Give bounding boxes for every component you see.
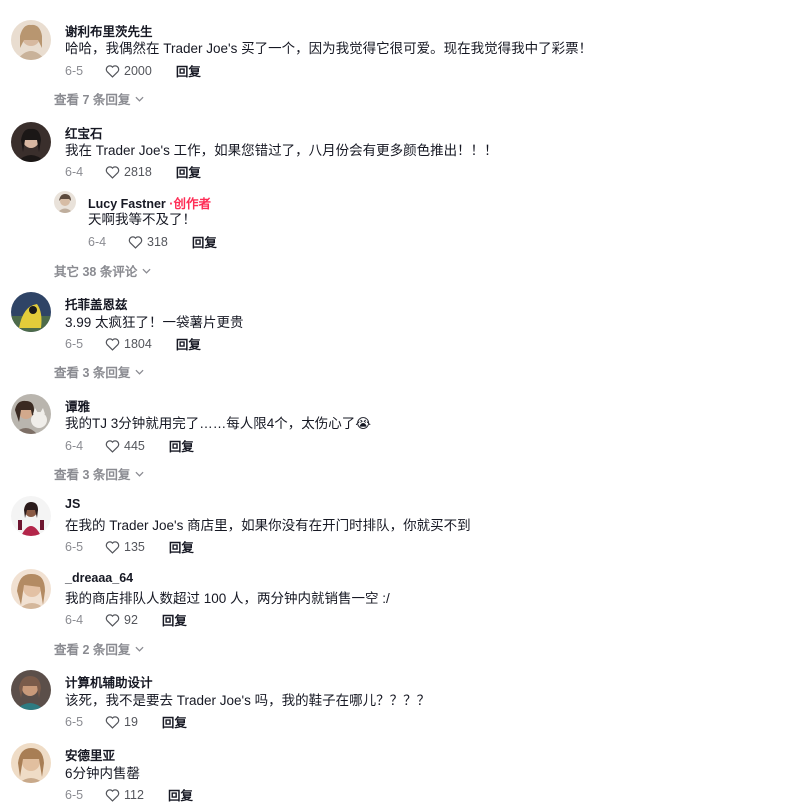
chevron-down-icon [135,471,144,477]
comment-date: 6-5 [65,539,84,554]
avatar[interactable] [11,292,51,332]
view-replies-label: 查看 3 条回复 [54,468,131,482]
reply-button[interactable]: 回复 [192,232,217,251]
comment-meta: 6-5 112 回复 [65,785,193,804]
heart-outline-icon [105,540,120,554]
heart-outline-icon [105,439,120,453]
like-button[interactable]: 135 [105,540,145,554]
view-replies-button[interactable]: 查看 2 条回复 [54,639,144,658]
comment-date: 6-5 [65,714,84,729]
like-count: 2000 [124,63,152,78]
comment-text: 在我的 Trader Joe's 商店里，如果你没有在开门时排队，你就买不到 [65,518,471,533]
view-replies-label: 查看 3 条回复 [54,366,131,380]
comment-date: 6-5 [65,63,84,78]
comment-text: 我的商店排队人数超过 100 人，两分钟内就销售一空 :/ [65,591,390,606]
like-count: 92 [124,612,138,627]
like-button[interactable]: 318 [128,235,168,249]
view-replies-label: 查看 7 条回复 [54,93,131,107]
comment-text: 哈哈，我偶然在 Trader Joe's 买了一个，因为我觉得它很可爱。现在我觉… [65,41,593,56]
comment-text: 我在 Trader Joe's 工作，如果您错过了，八月份会有更多颜色推出！！！ [65,143,498,158]
like-button[interactable]: 2000 [105,64,152,78]
avatar[interactable] [11,496,51,536]
comment-username[interactable]: JS [65,497,80,511]
comment-text: 我的TJ 3分钟就用完了……每人限4个，太伤心了😭 [65,416,372,431]
like-button[interactable]: 112 [105,788,144,802]
comment-meta: 6-4 92 回复 [65,610,187,629]
comment-meta: 6-4 445 回复 [65,436,194,455]
reply-button[interactable]: 回复 [176,61,201,80]
view-replies-label: 查看 2 条回复 [54,643,131,657]
reply-button[interactable]: 回复 [162,712,187,731]
avatar[interactable] [11,670,51,710]
heart-outline-icon [105,64,120,78]
view-replies-button[interactable]: 查看 3 条回复 [54,464,144,483]
comment-meta: 6-5 135 回复 [65,537,194,556]
view-replies-button[interactable]: 查看 3 条回复 [54,362,144,381]
heart-outline-icon [105,165,120,179]
other-comments-button[interactable]: 其它 38 条评论 [54,261,151,280]
heart-outline-icon [105,337,120,351]
comment-meta: 6-4 2818 回复 [65,162,201,181]
heart-outline-icon [105,613,120,627]
comment-text: 该死，我不是要去 Trader Joe's 吗，我的鞋子在哪儿？？？？ [65,693,431,708]
heart-outline-icon [105,788,120,802]
avatar[interactable] [11,122,51,162]
comment-text: 3.99 太疯狂了！一袋薯片更贵 [65,315,244,330]
like-button[interactable]: 92 [105,613,138,627]
comment-username[interactable]: _dreaaa_64 [65,571,133,585]
comment-meta: 6-4 318 回复 [88,232,217,251]
avatar[interactable] [11,569,51,609]
reply-button[interactable]: 回复 [169,436,194,455]
avatar[interactable] [11,20,51,60]
like-count: 19 [124,714,138,729]
chevron-down-icon [135,646,144,652]
like-button[interactable]: 19 [105,715,138,729]
heart-outline-icon [128,235,143,249]
heart-outline-icon [105,715,120,729]
comment-date: 6-4 [65,612,84,627]
other-comments-label: 其它 38 条评论 [54,265,138,279]
comment-text: 6分钟内售罄 [65,766,141,781]
comment-date: 6-4 [65,438,84,453]
like-count: 135 [124,539,145,554]
like-button[interactable]: 445 [105,439,145,453]
reply-button[interactable]: 回复 [176,162,201,181]
like-count: 445 [124,438,145,453]
reply-button[interactable]: 回复 [176,334,201,353]
like-count: 1804 [124,336,152,351]
like-button[interactable]: 2818 [105,165,152,179]
comment-date: 6-5 [65,787,84,802]
comment-meta: 6-5 19 回复 [65,712,187,731]
avatar[interactable] [11,743,51,783]
reply-button[interactable]: 回复 [168,785,193,804]
comment-meta: 6-5 2000 回复 [65,61,201,80]
comment-date: 6-4 [65,164,84,179]
reply-button[interactable]: 回复 [162,610,187,629]
comment-date: 6-4 [88,234,107,249]
avatar[interactable] [11,394,51,434]
like-count: 112 [124,787,144,802]
chevron-down-icon [135,96,144,102]
like-button[interactable]: 1804 [105,337,152,351]
view-replies-button[interactable]: 查看 7 条回复 [54,89,144,108]
like-count: 318 [147,234,168,249]
chevron-down-icon [142,268,151,274]
reply-button[interactable]: 回复 [169,537,194,556]
chevron-down-icon [135,369,144,375]
avatar[interactable] [54,191,76,213]
like-count: 2818 [124,164,152,179]
comment-text: 天啊我等不及了！ [88,212,196,227]
comment-meta: 6-5 1804 回复 [65,334,201,353]
comment-date: 6-5 [65,336,84,351]
